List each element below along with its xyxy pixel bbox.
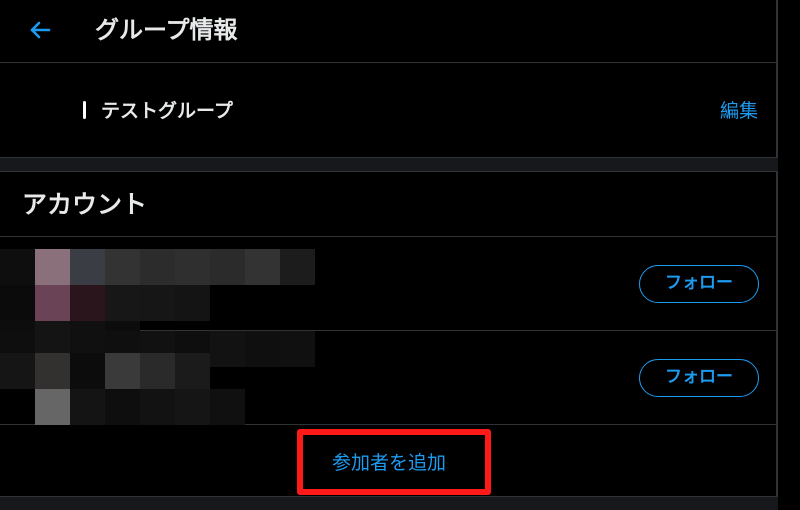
page-title: グループ情報 — [95, 16, 238, 44]
follow-button[interactable]: フォロー — [639, 359, 759, 397]
group-avatar — [83, 101, 86, 119]
accounts-heading: アカウント — [22, 190, 148, 219]
edit-group-link[interactable]: 編集 — [720, 97, 758, 125]
header-bar: グループ情報 — [0, 0, 778, 63]
bottom-divider — [0, 496, 778, 510]
highlight-annotation-box — [297, 429, 491, 495]
scrollbar-track — [780, 0, 800, 510]
arrow-left-icon — [30, 21, 51, 39]
account-row[interactable]: フォロー — [0, 237, 778, 331]
group-name: テストグループ — [101, 100, 233, 122]
section-divider — [0, 158, 778, 172]
account-row[interactable]: フォロー — [0, 331, 778, 425]
follow-button[interactable]: フォロー — [639, 265, 759, 303]
back-button[interactable] — [22, 14, 58, 46]
